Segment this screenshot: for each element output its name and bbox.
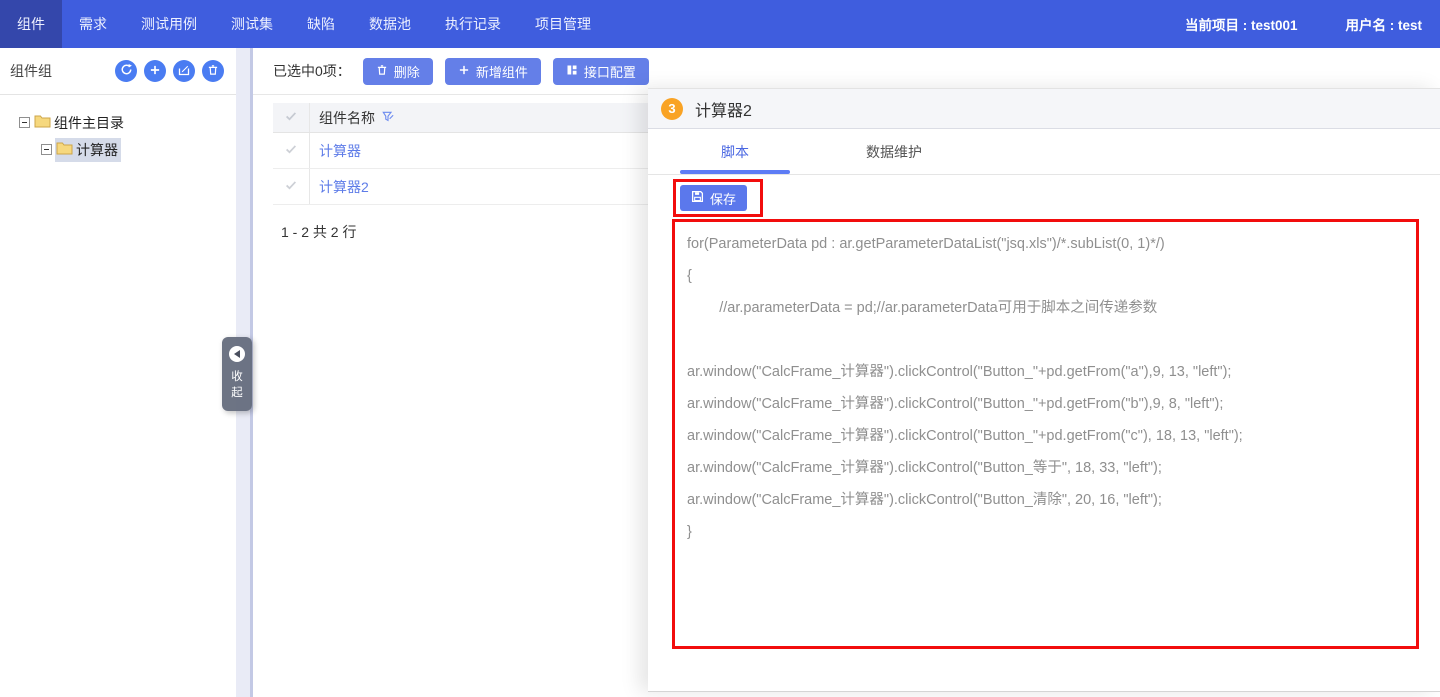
current-project-label: 当前项目 : test001 xyxy=(1185,14,1298,34)
floppy-disk-icon xyxy=(691,190,704,206)
nav-item-requirements[interactable]: 需求 xyxy=(62,0,124,48)
component-link-calculator[interactable]: 计算器 xyxy=(319,141,361,161)
top-navbar: 组件 需求 测试用例 测试集 缺陷 数据池 执行记录 项目管理 当前项目 : t… xyxy=(0,0,1440,48)
component-group-sidebar: 组件组 组件主目录 xyxy=(0,48,253,697)
nav-item-datapool[interactable]: 数据池 xyxy=(352,0,428,48)
collapse-arrow-circle xyxy=(229,346,245,362)
code-line: ar.window("CalcFrame_计算器").clickControl(… xyxy=(687,420,1404,452)
script-editor[interactable]: for(ParameterData pd : ar.getParameterDa… xyxy=(672,219,1419,649)
save-annotation-box: 保存 xyxy=(673,179,763,217)
code-line: ar.window("CalcFrame_计算器").clickControl(… xyxy=(687,388,1404,420)
main-menu: 组件 需求 测试用例 测试集 缺陷 数据池 执行记录 项目管理 xyxy=(0,0,608,48)
step-number-badge: 3 xyxy=(661,98,683,120)
row-checkbox[interactable] xyxy=(273,133,310,168)
add-group-button[interactable] xyxy=(144,60,166,82)
table-header-name: 组件名称 xyxy=(310,103,394,132)
save-button[interactable]: 保存 xyxy=(680,185,747,211)
code-line: ar.window("CalcFrame_计算器").clickControl(… xyxy=(687,484,1404,516)
check-icon xyxy=(284,178,298,195)
code-line: ar.window("CalcFrame_计算器").clickControl(… xyxy=(687,356,1404,388)
delete-group-button[interactable] xyxy=(202,60,224,82)
nav-item-testsets[interactable]: 测试集 xyxy=(214,0,290,48)
interface-config-button[interactable]: 接口配置 xyxy=(553,58,649,85)
sidebar-title: 组件组 xyxy=(10,61,52,81)
tab-script-label: 脚本 xyxy=(721,142,749,162)
nav-item-components[interactable]: 组件 xyxy=(0,0,62,48)
code-line: ar.window("CalcFrame_计算器").clickControl(… xyxy=(687,452,1404,484)
nav-item-project-management[interactable]: 项目管理 xyxy=(518,0,608,48)
sidebar-header: 组件组 xyxy=(0,48,250,95)
active-tab-underline xyxy=(680,170,790,174)
delete-button-label: 删除 xyxy=(394,62,420,81)
username-label: 用户名 : test xyxy=(1345,14,1422,34)
code-line: { xyxy=(687,260,1404,292)
collapse-minus-icon[interactable] xyxy=(41,144,52,155)
check-icon xyxy=(284,142,298,159)
sidebar-collapse-handle[interactable]: 收起 xyxy=(222,337,252,411)
filter-icon[interactable] xyxy=(382,110,394,126)
tree-node-calculator-body[interactable]: 计算器 xyxy=(55,138,121,162)
selection-count-label: 已选中0项： xyxy=(273,61,351,81)
code-line: for(ParameterData pd : ar.getParameterDa… xyxy=(687,228,1404,260)
tree-node-label: 组件主目录 xyxy=(54,113,124,133)
arrow-left-icon xyxy=(234,350,240,358)
tree-node-calculator[interactable]: 计算器 xyxy=(0,136,250,163)
sidebar-actions xyxy=(115,60,224,82)
collapse-minus-icon[interactable] xyxy=(19,117,30,128)
code-line: //ar.parameterData = pd;//ar.parameterDa… xyxy=(687,292,1404,324)
edit-group-button[interactable] xyxy=(173,60,195,82)
refresh-icon xyxy=(120,63,133,79)
tab-data-maintenance[interactable]: 数据维护 xyxy=(856,129,932,174)
add-component-button[interactable]: 新增组件 xyxy=(445,58,541,85)
code-line: } xyxy=(687,516,1404,548)
navbar-right: 当前项目 : test001 用户名 : test xyxy=(1185,14,1440,34)
collapse-label: 收起 xyxy=(231,369,244,401)
component-link-calculator2[interactable]: 计算器2 xyxy=(319,177,369,197)
refresh-button[interactable] xyxy=(115,60,137,82)
nav-item-testcases[interactable]: 测试用例 xyxy=(124,0,214,48)
trash-icon xyxy=(376,64,388,79)
component-detail-drawer: 3 计算器2 脚本 数据维护 保存 for(ParameterData pd :… xyxy=(648,88,1440,692)
nav-item-execution-records[interactable]: 执行记录 xyxy=(428,0,518,48)
column-header-label: 组件名称 xyxy=(319,108,375,128)
layout-grid-icon xyxy=(566,64,578,79)
delete-button[interactable]: 删除 xyxy=(363,58,433,85)
component-tree: 组件主目录 计算器 xyxy=(0,95,250,163)
interface-config-button-label: 接口配置 xyxy=(584,62,636,81)
edit-icon xyxy=(178,64,190,79)
code-line xyxy=(687,324,1404,356)
drawer-header: 3 计算器2 xyxy=(648,89,1440,129)
folder-icon xyxy=(56,141,76,158)
drawer-title: 计算器2 xyxy=(695,97,752,121)
save-button-label: 保存 xyxy=(710,189,736,208)
tab-script[interactable]: 脚本 xyxy=(680,129,790,174)
nav-item-defects[interactable]: 缺陷 xyxy=(290,0,352,48)
add-component-button-label: 新增组件 xyxy=(476,62,528,81)
tree-node-root-body[interactable]: 组件主目录 xyxy=(33,111,127,135)
tree-node-label: 计算器 xyxy=(76,140,118,160)
trash-icon xyxy=(207,64,219,79)
plus-icon xyxy=(149,64,161,79)
select-all-checkbox[interactable] xyxy=(273,103,310,132)
tree-node-root[interactable]: 组件主目录 xyxy=(0,109,250,136)
plus-icon xyxy=(458,64,470,79)
check-icon xyxy=(284,109,298,126)
tab-data-maintenance-label: 数据维护 xyxy=(866,142,922,162)
drawer-tab-bar: 脚本 数据维护 xyxy=(648,129,1440,175)
folder-icon xyxy=(34,114,54,131)
row-checkbox[interactable] xyxy=(273,169,310,204)
